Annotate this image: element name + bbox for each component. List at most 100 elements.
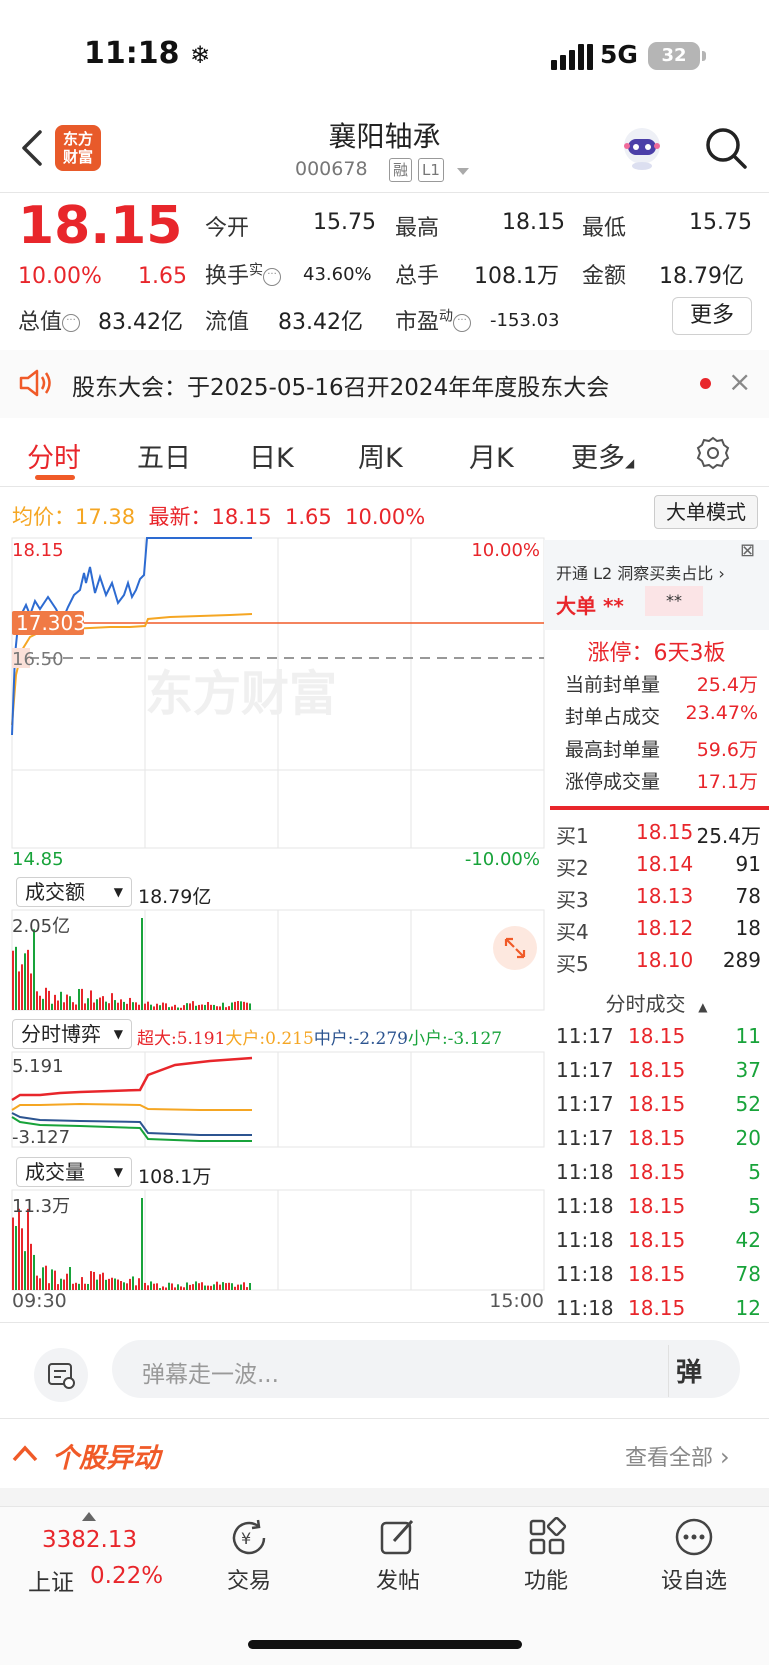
comment-divider xyxy=(0,1418,769,1419)
histogram-bar xyxy=(93,1002,95,1010)
limit-row: 封单占成交 23.47% xyxy=(565,702,758,728)
trade-icon[interactable]: ¥ xyxy=(228,1517,270,1559)
histogram-bar xyxy=(99,1274,101,1290)
input-divider xyxy=(668,1345,669,1397)
histogram-bar xyxy=(138,1278,140,1290)
big-order-mode-button[interactable]: 大单模式 xyxy=(654,495,758,529)
histogram-bar xyxy=(216,1281,218,1290)
histogram-bar xyxy=(69,1267,71,1290)
dropdown-icon[interactable] xyxy=(457,168,469,176)
histogram-bar xyxy=(78,1283,80,1290)
functions-grid-icon[interactable] xyxy=(527,1517,567,1557)
post-icon[interactable] xyxy=(378,1517,418,1557)
close-icon[interactable]: × xyxy=(728,365,751,398)
comment-list-icon[interactable] xyxy=(34,1348,88,1402)
tab-daily-k[interactable]: 日K xyxy=(249,436,294,475)
tab-5day[interactable]: 五日 xyxy=(137,436,191,475)
histogram-bar xyxy=(162,1286,164,1290)
network-label: 5G xyxy=(600,40,638,69)
nav-trade[interactable]: 交易 xyxy=(209,1563,289,1595)
amount-total: 18.79亿 xyxy=(138,886,212,908)
histogram-bar xyxy=(21,964,23,1010)
notice-text[interactable]: 股东大会：于2025-05-16召开2024年年度股东大会 xyxy=(72,368,609,402)
tab-monthly-k[interactable]: 月K xyxy=(469,436,514,475)
svg-text:¥: ¥ xyxy=(241,1529,251,1548)
volume-total: 108.1万 xyxy=(138,1166,212,1188)
index-name[interactable]: 上证 xyxy=(28,1563,74,1597)
histogram-bar xyxy=(180,1286,182,1290)
histogram-bar xyxy=(24,953,26,1010)
histogram-bar xyxy=(129,997,131,1010)
nav-custom-watchlist[interactable]: 设自选 xyxy=(654,1563,734,1595)
section-gap xyxy=(0,1488,769,1506)
histogram-bar xyxy=(30,973,32,1010)
more-button[interactable]: 更多 xyxy=(672,297,752,335)
nav-functions[interactable]: 功能 xyxy=(506,1563,586,1595)
collapse-chevron-icon[interactable] xyxy=(12,1444,38,1462)
index-pct[interactable]: 0.22% xyxy=(90,1563,163,1589)
histogram-bar xyxy=(168,1007,170,1010)
change-amount: 1.65 xyxy=(138,264,187,289)
histogram-bar xyxy=(75,1004,77,1010)
histogram-bar xyxy=(231,1002,233,1010)
intraday-chart[interactable]: 东方财富 17.303 16.50 18.15 10.00% 14.85 -10… xyxy=(0,535,545,1310)
volume-selector[interactable]: 成交量 ▼ xyxy=(16,1157,132,1187)
histogram-bar xyxy=(36,991,38,1010)
histogram-bar xyxy=(204,1004,206,1010)
histogram-bar xyxy=(108,1003,110,1010)
big-order-label: 大单 ** xyxy=(556,594,624,618)
histogram-bar xyxy=(195,1005,197,1010)
search-icon[interactable] xyxy=(704,126,748,170)
more-dots-icon[interactable] xyxy=(674,1517,714,1557)
amount-value: 18.79亿 xyxy=(659,264,744,289)
histogram-bar xyxy=(90,1271,92,1290)
info-icon[interactable]: ··· xyxy=(263,268,282,286)
histogram-bar xyxy=(147,1001,149,1010)
histogram-bar xyxy=(186,1282,188,1290)
amount-selector[interactable]: 成交额 ▼ xyxy=(16,877,132,907)
histogram-bar xyxy=(27,1208,29,1290)
histogram-bar xyxy=(111,1277,113,1290)
big-line xyxy=(11,1102,252,1111)
expand-icon[interactable] xyxy=(493,926,537,970)
game-selector[interactable]: 分时博弈 ▼ xyxy=(12,1019,132,1049)
histogram-bar xyxy=(204,1285,206,1290)
histogram-bar xyxy=(120,1281,122,1290)
y-bottom-label: 14.85 xyxy=(12,849,64,870)
info-icon[interactable]: ··· xyxy=(453,314,472,332)
low-value: 15.75 xyxy=(689,210,752,235)
index-value[interactable]: 3382.13 xyxy=(42,1527,137,1553)
base-price-label: 16.50 xyxy=(12,648,64,670)
tab-intraday[interactable]: 分时 xyxy=(27,436,81,475)
l2-promo-text[interactable]: 开通 L2 洞察买卖占比 › xyxy=(556,560,725,584)
ticks-title[interactable]: 分时成交 ▲ xyxy=(544,988,769,1017)
pe-label: 市盈动 ··· xyxy=(395,304,472,336)
expand-up-icon[interactable] xyxy=(82,1512,96,1521)
histogram-bar xyxy=(144,1282,146,1290)
danmu-toggle-button[interactable]: 弹 xyxy=(676,1352,726,1388)
histogram-bar xyxy=(243,1282,245,1290)
tab-more[interactable]: 更多◢ xyxy=(571,436,634,475)
histogram-bar xyxy=(225,1007,227,1010)
histogram-bar xyxy=(99,997,101,1010)
histogram-bar xyxy=(171,1283,173,1290)
histogram-bar xyxy=(198,1004,200,1010)
low-label: 最低 xyxy=(582,216,627,241)
assistant-robot-icon[interactable] xyxy=(618,124,666,172)
histogram-bar xyxy=(165,1287,167,1290)
histogram-bar xyxy=(213,1004,215,1010)
view-all-link[interactable]: 查看全部 › xyxy=(625,1440,730,1472)
amount-max-label: 2.05亿 xyxy=(12,916,70,937)
histogram-bar xyxy=(102,996,104,1010)
nav-post[interactable]: 发帖 xyxy=(358,1563,438,1595)
info-icon[interactable]: ··· xyxy=(62,314,81,332)
close-icon[interactable]: ⊠ xyxy=(740,540,755,561)
tab-weekly-k[interactable]: 周K xyxy=(358,436,403,475)
histogram-bar xyxy=(201,1282,203,1290)
unread-dot xyxy=(700,378,711,389)
histogram-bar xyxy=(15,1225,17,1290)
settings-gear-icon[interactable] xyxy=(696,436,730,470)
histogram-bar xyxy=(189,1284,191,1290)
game-max-label: 5.191 xyxy=(12,1056,64,1077)
histogram-bar xyxy=(156,1003,158,1010)
